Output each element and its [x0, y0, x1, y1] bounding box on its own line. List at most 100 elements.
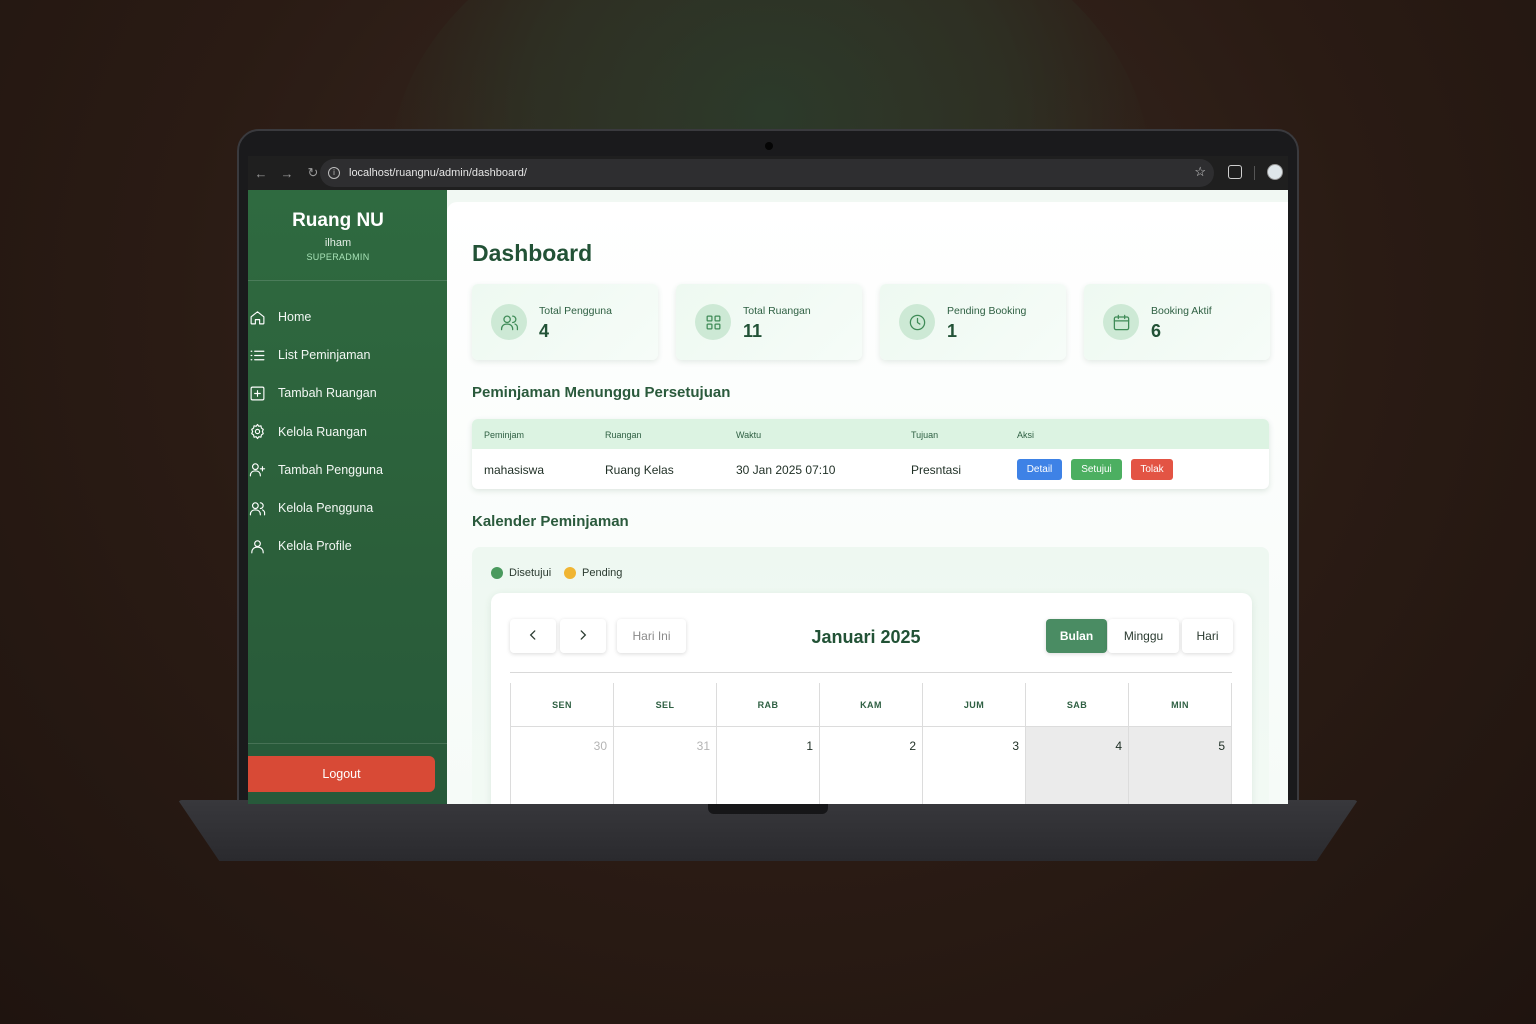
calendar-month-title: Januari 2025 [811, 627, 921, 647]
user-plus-icon [248, 461, 266, 479]
gear-icon [248, 423, 266, 441]
sidebar-item-kelola-profile[interactable]: Kelola Profile [248, 527, 447, 565]
url-text[interactable]: localhost/ruangnu/admin/dashboard/ [349, 167, 527, 179]
stat-value: 11 [743, 321, 763, 341]
calendar-day-cell[interactable]: 30 [511, 727, 614, 804]
table-cell-waktu: 30 Jan 2025 07:10 [736, 463, 836, 477]
brand-title: Ruang NU [292, 210, 384, 231]
address-bar[interactable]: i localhost/ruangnu/admin/dashboard/ ☆ [320, 159, 1214, 187]
sidebar-item-kelola-ruangan[interactable]: Kelola Ruangan [248, 413, 447, 451]
sidebar-item-tambah-pengguna[interactable]: Tambah Pengguna [248, 451, 447, 489]
day-header: RAB [717, 683, 820, 726]
list-icon [248, 346, 266, 364]
day-header: SEL [614, 683, 717, 726]
chevron-right-icon [576, 628, 590, 645]
sidebar-item-label: Tambah Pengguna [278, 462, 383, 477]
date-number: 31 [696, 739, 710, 753]
sidebar-item-tambah-ruangan[interactable]: Tambah Ruangan [248, 374, 447, 412]
bookmark-star-icon[interactable]: ☆ [1194, 164, 1206, 180]
calendar-day-headers: SEN SEL RAB KAM JUM SAB MIN [510, 683, 1232, 727]
screen: ← → ↻ i localhost/ruangnu/admin/dashboar… [248, 156, 1288, 804]
current-username: ilham [324, 237, 352, 249]
table-cell-ruangan: Ruang Kelas [605, 463, 674, 477]
logout-button[interactable]: Logout [248, 756, 435, 792]
date-number: 3 [1012, 739, 1019, 753]
approve-button[interactable]: Setujui [1071, 459, 1122, 480]
main-content: Dashboard Total Pengguna 4 Total Ruangan… [447, 190, 1288, 804]
legend-item-approved: Disetujui [491, 567, 551, 579]
site-info-icon[interactable]: i [328, 167, 340, 179]
sidebar-item-home[interactable]: Home [248, 298, 447, 336]
browser-toolbar: ← → ↻ i localhost/ruangnu/admin/dashboar… [248, 156, 1288, 190]
day-header: SAB [1026, 683, 1129, 726]
profile-avatar[interactable] [1267, 164, 1283, 180]
calendar-section-title: Kalender Peminjaman [472, 513, 629, 530]
stat-label: Pending Booking [947, 305, 1027, 317]
users-icon [248, 499, 266, 517]
clock-icon [899, 304, 935, 340]
calendar-day-cell[interactable]: 4 [1026, 727, 1129, 804]
stat-label: Total Pengguna [539, 305, 612, 317]
detail-button[interactable]: Detail [1017, 459, 1062, 480]
today-button[interactable]: Hari Ini [617, 619, 686, 653]
view-month-button[interactable]: Bulan [1046, 619, 1107, 653]
sidebar-item-kelola-pengguna[interactable]: Kelola Pengguna [248, 489, 447, 527]
chevron-left-icon [526, 628, 540, 645]
sidebar-divider [248, 743, 447, 744]
calendar-day-cell[interactable]: 3 [923, 727, 1026, 804]
stat-value: 1 [947, 321, 958, 341]
calendar-day-cell[interactable]: 5 [1129, 727, 1231, 804]
laptop-notch [708, 804, 828, 814]
view-week-button[interactable]: Minggu [1108, 619, 1179, 653]
stat-label: Booking Aktif [1151, 305, 1212, 317]
stat-card-booking-aktif: Booking Aktif 6 [1084, 284, 1270, 360]
webcam [765, 142, 773, 150]
view-day-button[interactable]: Hari [1182, 619, 1233, 653]
column-header-ruangan: Ruangan [605, 430, 642, 440]
plus-square-icon [248, 384, 266, 402]
column-header-peminjam: Peminjam [484, 430, 525, 440]
stat-card-total-ruangan: Total Ruangan 11 [676, 284, 862, 360]
pending-table: Peminjam Ruangan Waktu Tujuan Aksi mahas… [472, 419, 1269, 489]
sidebar-item-label: Tambah Ruangan [278, 386, 377, 401]
next-month-button[interactable] [560, 619, 606, 653]
legend-item-pending: Pending [564, 567, 622, 579]
day-header: KAM [820, 683, 923, 726]
table-cell-tujuan: Presntasi [911, 463, 962, 477]
extensions-icon[interactable] [1228, 165, 1242, 179]
sidebar-item-label: List Peminjaman [278, 348, 371, 363]
sidebar: Ruang NU ilham SUPERADMIN Home List Pemi… [248, 190, 447, 804]
back-icon[interactable]: ← [248, 166, 274, 181]
calendar-day-cell[interactable]: 31 [614, 727, 717, 804]
stat-value: 4 [539, 321, 550, 341]
sidebar-item-label: Home [278, 310, 312, 325]
legend-label: Disetujui [509, 567, 552, 579]
page-title: Dashboard [472, 240, 593, 266]
date-number: 2 [909, 739, 916, 753]
grid-icon [695, 304, 731, 340]
sidebar-item-list-peminjaman[interactable]: List Peminjaman [248, 336, 447, 374]
prev-month-button[interactable] [510, 619, 556, 653]
calendar-day-cell[interactable]: 2 [820, 727, 923, 804]
sidebar-item-label: Kelola Pengguna [278, 501, 374, 516]
sidebar-item-label: Kelola Ruangan [278, 424, 367, 439]
day-header: JUM [923, 683, 1026, 726]
stat-value: 6 [1151, 321, 1162, 341]
approved-dot-icon [491, 567, 503, 579]
column-header-aksi: Aksi [1017, 430, 1035, 440]
home-icon [248, 308, 266, 326]
forward-icon[interactable]: → [274, 166, 300, 181]
date-number: 4 [1115, 739, 1122, 753]
user-icon [248, 537, 266, 555]
stat-card-total-pengguna: Total Pengguna 4 [472, 284, 658, 360]
reject-button[interactable]: Tolak [1131, 459, 1173, 480]
day-header: MIN [1171, 699, 1189, 710]
calendar-day-cell[interactable]: 1 [717, 727, 820, 804]
column-header-waktu: Waktu [736, 430, 762, 440]
toolbar-separator [1254, 166, 1255, 180]
calendar: Hari Ini Januari 2025 Bulan Minggu Hari … [491, 593, 1252, 804]
content-card: Dashboard Total Pengguna 4 Total Ruangan… [447, 202, 1288, 804]
current-role: SUPERADMIN [306, 252, 370, 262]
table-header [472, 419, 1269, 449]
calendar-week-row: 30 31 1 2 3 4 5 [510, 727, 1232, 804]
